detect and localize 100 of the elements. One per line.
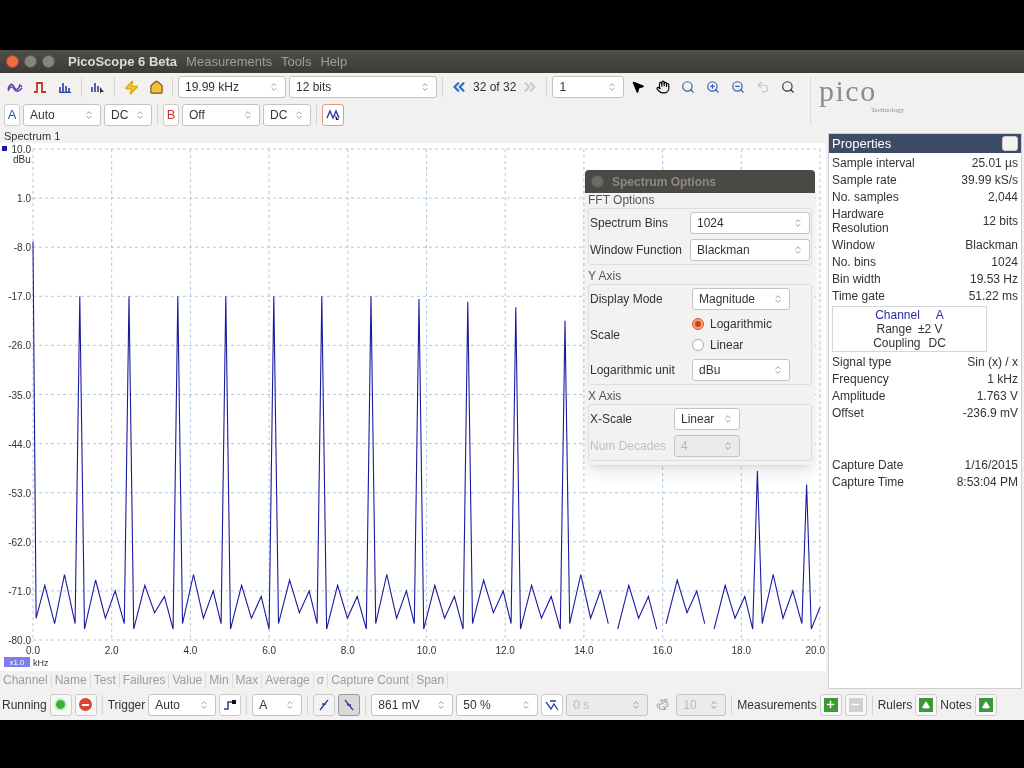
panel-button[interactable] [1002,136,1018,151]
property-label: Sample rate [832,173,897,187]
menu-item[interactable]: Tools [281,51,312,72]
minimize-button[interactable] [24,55,37,68]
field-label: Spectrum Bins [590,215,670,232]
property-value: Blackman [965,238,1018,252]
coupling-select[interactable]: DC [263,104,311,126]
channel-info-value: A [935,308,944,322]
view-title: Spectrum 1 [4,130,61,142]
x-axis-label: 10.0 [416,645,437,656]
spinner-arrows-icon [294,110,304,120]
trigger-mode-select[interactable]: Auto [148,693,217,716]
property-value: 39.99 kS/s [961,173,1018,187]
x-axis-label: 14.0 [574,645,594,656]
notes-button[interactable] [974,693,997,716]
property-value: 8:53:04 PM [956,475,1018,489]
plus-icon [823,697,838,712]
add-measurement-button[interactable] [819,693,842,716]
field-label: Display Mode [590,291,664,308]
channel-marker [2,146,7,151]
channel-label[interactable]: B [163,104,179,126]
range-select[interactable]: Off [182,104,260,126]
signal-generator-button[interactable] [322,104,344,126]
threshold-field[interactable]: 861 mV [371,693,454,716]
spinner-arrows-icon [723,414,733,424]
spinner-arrows-icon [773,365,783,375]
spinner-arrows-icon [607,82,618,92]
stop-button[interactable] [74,693,97,716]
radio-option[interactable]: Linear [692,336,773,354]
rulers-label: Rulers [877,696,913,714]
property-label: Sample interval [832,156,915,170]
channel-info-value: ±2 V [917,322,943,336]
spinner-arrows-icon [420,82,430,92]
close-button[interactable] [6,55,19,68]
option-select[interactable]: dBu [692,359,790,381]
maximize-button[interactable] [42,55,55,68]
spinner-arrows-icon [709,699,720,710]
property-label: Signal type [832,355,892,369]
menu-item[interactable]: Help [320,51,348,72]
spinner-arrows-icon [793,218,803,228]
timebase-select[interactable]: 19.99 kHz [178,76,286,98]
window-title: PicoScope 6 Beta [68,52,178,71]
section-title: X Axis [588,389,623,404]
trigger-channel-select[interactable]: A [252,693,303,716]
spinner-arrows-icon [135,110,145,120]
range-select[interactable]: Auto [23,104,101,126]
y-axis-label: -53.0 [8,487,31,499]
spinner-arrows-icon [436,699,447,710]
buffer-position: 32 of 32 [473,79,517,96]
spinner-arrows-icon [243,110,253,120]
y-axis-label: -44.0 [8,438,31,450]
property-label: Time gate [832,289,885,303]
option-select[interactable]: Blackman [690,239,810,261]
y-axis-label: 10.0 [11,144,31,155]
edge-icon [343,698,356,711]
property-value: 1 kHz [987,372,1018,386]
spinner-arrows-icon [521,699,532,710]
coupling-select[interactable]: DC [104,104,152,126]
resolution-select[interactable]: 12 bits [289,76,437,98]
property-value: 2,044 [987,190,1018,204]
spinner-arrows-icon [199,699,210,710]
x-axis-label: 2.0 [104,645,119,656]
radio-option[interactable]: Logarithmic [692,315,773,333]
notes-label: Notes [940,696,972,714]
zigzag-icon [545,698,560,711]
field-label: Scale [590,326,622,344]
y-axis-label: -80.0 [8,635,31,646]
x-axis-label: 20.0 [805,645,825,656]
spinner-arrows-icon [84,110,94,120]
buffer-index-field[interactable]: 1 [552,76,625,98]
y-axis-label: -26.0 [8,340,31,352]
option-select[interactable]: 1024 [690,212,810,234]
property-label: No. samples [832,190,899,204]
x-axis-label: 16.0 [652,645,673,656]
x-unit-label: kHz [33,658,49,668]
property-label: Capture Date [832,458,904,472]
x-axis-label: 0.0 [26,645,40,656]
trigger-type-button[interactable] [219,693,242,716]
trigger-delay-button[interactable] [541,693,564,716]
property-label: Amplitude [832,389,886,403]
spinner-arrows-icon [269,82,279,92]
y-axis-label: -17.0 [8,291,31,303]
falling-edge-button[interactable] [338,693,361,716]
option-select[interactable]: Linear [674,408,740,430]
section-title: Y Axis [588,269,623,284]
spinner-arrows-icon [793,245,803,255]
y-axis-label: -62.0 [8,536,31,548]
option-select[interactable]: Magnitude [692,288,790,310]
y-axis-label: 1.0 [17,193,31,205]
spinner-arrows-icon [723,441,733,451]
rulers-button[interactable] [915,693,938,716]
start-button[interactable] [49,693,72,716]
rising-edge-button[interactable] [313,693,336,716]
x-axis-label: 18.0 [731,645,752,656]
channel-label[interactable]: A [4,104,20,126]
pre-trigger-field[interactable]: 50 % [456,693,539,716]
property-value: 1.763 V [976,389,1018,403]
field-label: X-Scale [590,411,634,428]
field-label: Logarithmic unit [590,362,676,379]
menu-item[interactable]: Measurements [186,51,273,72]
